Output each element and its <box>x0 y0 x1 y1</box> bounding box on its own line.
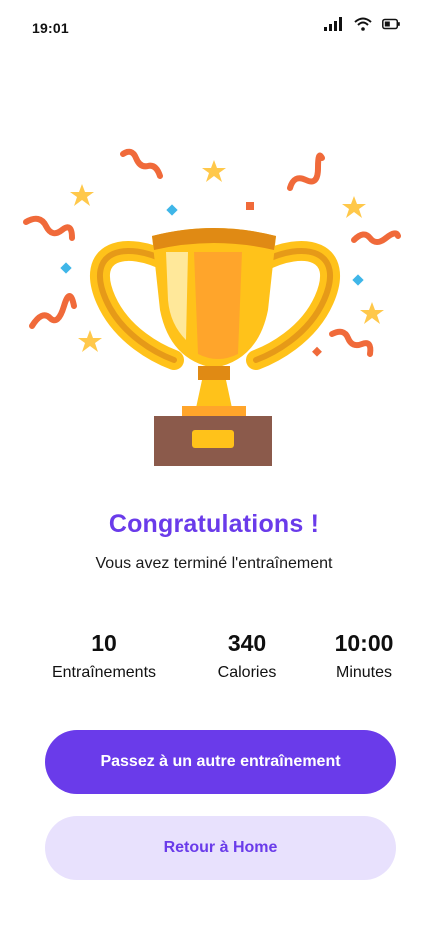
status-bar: 19:01 <box>0 0 428 56</box>
back-home-button[interactable]: Retour à Home <box>45 816 396 880</box>
completion-subtitle: Vous avez terminé l'entraînement <box>95 555 333 572</box>
signal-icon <box>324 17 342 31</box>
stat-workouts: 10 Entraînements <box>34 628 174 682</box>
status-icons <box>324 17 400 31</box>
stat-calories-value: 340 <box>227 630 267 656</box>
stat-calories-label: Calories <box>217 664 277 681</box>
wifi-icon <box>354 17 372 31</box>
stat-workouts-label: Entraînements <box>51 664 157 681</box>
stat-calories: 340 Calories <box>197 628 297 682</box>
next-workout-button[interactable]: Passez à un autre entraînement <box>45 730 396 794</box>
congratulations-title: Congratulations ! <box>108 510 320 538</box>
status-time: 19:01 <box>32 20 69 36</box>
stat-minutes-label: Minutes <box>335 664 393 681</box>
stat-minutes: 10:00 Minutes <box>318 628 410 682</box>
trophy-icon <box>23 148 401 466</box>
battery-icon <box>382 18 400 30</box>
stat-minutes-value: 10:00 <box>334 630 394 656</box>
stat-workouts-value: 10 <box>91 630 117 656</box>
